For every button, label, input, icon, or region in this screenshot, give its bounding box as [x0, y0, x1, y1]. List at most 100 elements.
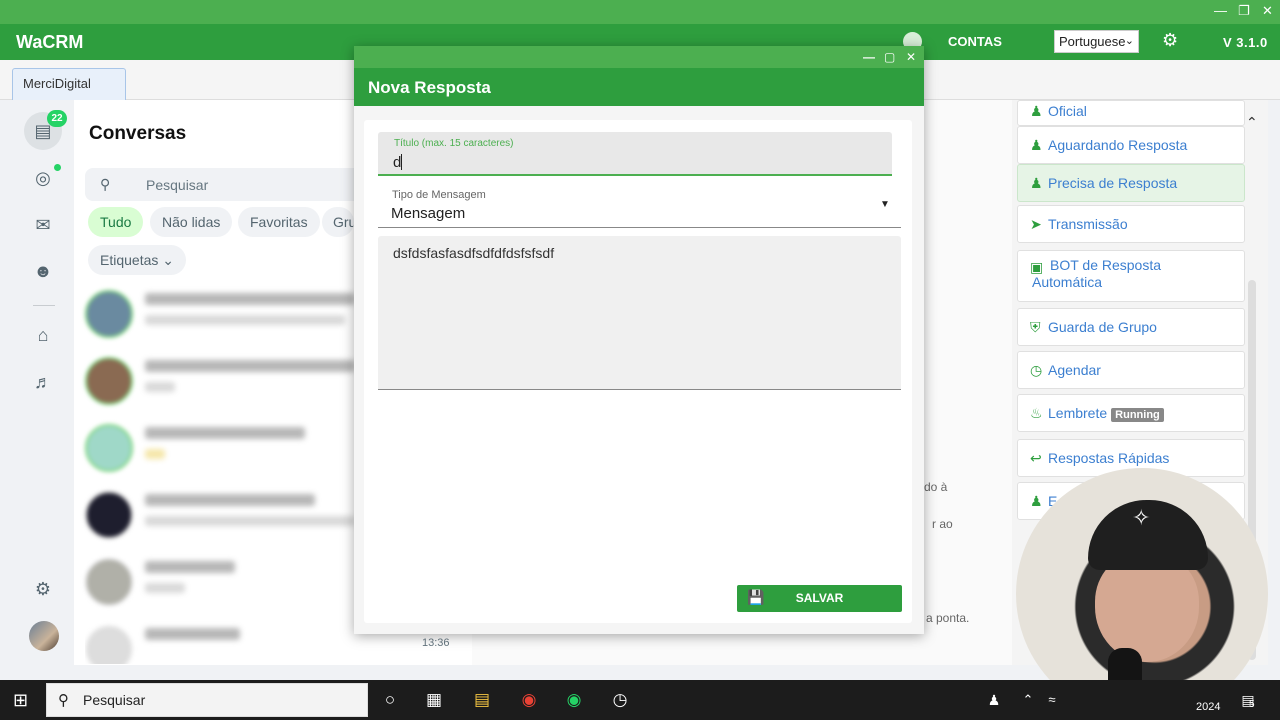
- sidebar-item-guarda[interactable]: ⛨ Guarda de Grupo: [1017, 308, 1245, 346]
- chrome-icon[interactable]: ◉: [517, 688, 541, 712]
- search-icon: ⚲: [58, 692, 69, 709]
- close-icon[interactable]: ✕: [1262, 4, 1273, 18]
- language-select[interactable]: Portuguese ⌄: [1054, 30, 1139, 53]
- contact-name: [145, 427, 305, 439]
- dropdown-arrow-icon[interactable]: ▼: [880, 199, 890, 210]
- maximize-icon[interactable]: ▢: [884, 50, 895, 64]
- avatar: [85, 491, 133, 539]
- notification-count: 5: [1249, 699, 1255, 710]
- window-title-bar: — ❐ ✕: [0, 0, 1280, 24]
- sidebar-item-agendar[interactable]: ◷ Agendar: [1017, 351, 1245, 389]
- chevron-down-icon: ⌄: [1124, 35, 1134, 47]
- floppy-disk-icon: 💾: [747, 589, 765, 605]
- users-icon: ♟: [1030, 137, 1043, 153]
- dialog-title: Nova Resposta: [368, 78, 491, 97]
- taskbar-date: 2024: [1196, 701, 1221, 713]
- sidebar-item-label: Precisa de Resposta: [1048, 175, 1178, 191]
- sidebar-item-aguardando[interactable]: ♟ Aguardando Resposta: [1017, 126, 1245, 164]
- labels-filter[interactable]: Etiquetas ⌄: [88, 245, 186, 275]
- close-icon[interactable]: ✕: [906, 50, 916, 64]
- scroll-up-icon[interactable]: ⌃: [1246, 114, 1258, 131]
- send-icon: ➤: [1030, 216, 1042, 232]
- robot-icon: ▣: [1030, 259, 1044, 275]
- background-text: a ponta.: [926, 611, 970, 625]
- communities-icon[interactable]: ☻: [24, 252, 62, 290]
- store-icon[interactable]: ⌂: [24, 316, 62, 354]
- contact-name: [145, 561, 235, 573]
- bell-icon: ♨: [1030, 405, 1043, 421]
- people-icon[interactable]: ♟: [982, 688, 1006, 712]
- sidebar-item-label: Guarda de Grupo: [1048, 319, 1157, 335]
- message-time: 13:36: [422, 637, 450, 649]
- avatar[interactable]: [29, 621, 59, 651]
- windows-start-icon[interactable]: ⊞: [13, 690, 28, 711]
- chevron-up-icon[interactable]: ⌃: [1016, 688, 1040, 712]
- sidebar-item-bot[interactable]: ▣ BOT de Resposta Automática: [1017, 250, 1245, 302]
- contas-button[interactable]: CONTAS: [948, 34, 1002, 49]
- sidebar-item-label: BOT de Resposta Automática: [1032, 257, 1162, 290]
- users-icon: ♟: [1030, 103, 1043, 119]
- minimize-icon[interactable]: —: [1214, 4, 1227, 18]
- task-view-icon[interactable]: ▦: [422, 688, 446, 712]
- status-dot: [54, 164, 61, 171]
- taskbar-search-label: Pesquisar: [83, 692, 146, 708]
- message-text: dsfdsfasfasdfsdfdfdsfsfsdf: [393, 245, 555, 261]
- reply-icon: ↩: [1030, 450, 1042, 466]
- filter-tudo[interactable]: Tudo: [88, 207, 144, 237]
- avatar: [85, 558, 133, 606]
- restore-icon[interactable]: ❐: [1238, 4, 1250, 18]
- background-text: do à: [924, 480, 948, 494]
- contact-name: [145, 628, 240, 640]
- minimize-icon[interactable]: —: [863, 50, 875, 64]
- language-value: Portuguese: [1059, 34, 1126, 49]
- shield-icon: ⛨: [1030, 319, 1041, 335]
- page-title: Conversas: [89, 123, 187, 144]
- sidebar-item-label: Oficial: [1048, 103, 1087, 119]
- filter-grupos[interactable]: Gru: [322, 207, 354, 237]
- sidebar-item-transmissao[interactable]: ➤ Transmissão: [1017, 205, 1245, 243]
- sidebar-item-label: Transmissão: [1048, 216, 1128, 232]
- sidebar-item-lembrete[interactable]: ♨ Lembrete Running: [1017, 394, 1245, 432]
- clock-icon: ◷: [1030, 362, 1043, 378]
- message-type-value: Mensagem: [391, 205, 466, 222]
- sidebar-item-precisa[interactable]: ♟ Precisa de Resposta: [1017, 164, 1245, 202]
- speed-gauge-icon[interactable]: ◷: [608, 688, 632, 712]
- rail-divider: [33, 305, 55, 306]
- filter-nao-lidas[interactable]: Não lidas: [150, 207, 233, 237]
- unread-badge: 22: [47, 110, 67, 127]
- sidebar-item-label: Aguardando Resposta: [1048, 137, 1188, 153]
- status-badge: Running: [1111, 408, 1164, 422]
- chevron-down-icon: ⌄: [162, 252, 174, 268]
- avatar: [85, 625, 133, 664]
- title-field-label: Título (max. 15 caracteres): [394, 138, 514, 149]
- avatar: [85, 357, 133, 405]
- sidebar-item-oficial[interactable]: ♟ Oficial: [1017, 100, 1245, 126]
- contact-name: [145, 360, 355, 372]
- wifi-icon[interactable]: ≈: [1040, 688, 1064, 712]
- message-preview: [145, 449, 165, 459]
- settings-rail-icon[interactable]: ⚙: [24, 570, 62, 608]
- contact-name: [145, 494, 315, 506]
- app-name: WaCRM: [16, 32, 84, 52]
- megaphone-icon[interactable]: ♬: [24, 363, 62, 401]
- message-preview: [145, 516, 355, 526]
- sidebar-item-label: Agendar: [1048, 362, 1101, 378]
- labels-filter-label: Etiquetas: [100, 252, 159, 268]
- wacrm-taskbar-icon[interactable]: ◉: [562, 688, 586, 712]
- file-explorer-icon[interactable]: ▤: [470, 688, 494, 712]
- version-label: V 3.1.0: [1223, 35, 1268, 50]
- search-input[interactable]: [85, 168, 385, 201]
- avatar: [85, 424, 133, 472]
- filter-favoritas[interactable]: Favoritas: [238, 207, 320, 237]
- channels-icon[interactable]: ✉: [24, 206, 62, 244]
- task-view-circle-icon[interactable]: ○: [378, 688, 402, 712]
- sidebar-item-label: Respostas Rápidas: [1048, 450, 1170, 466]
- settings-icon[interactable]: ⚙: [1162, 31, 1180, 49]
- avatar: [85, 290, 133, 338]
- account-tab[interactable]: MerciDigital: [12, 68, 126, 100]
- text-caret: [401, 154, 402, 170]
- search-icon: ⚲: [100, 176, 111, 192]
- cap-logo-icon: ✧: [1132, 505, 1151, 530]
- sidebar-item-label: Lembrete: [1048, 405, 1108, 421]
- notification-icon[interactable]: ▤: [1236, 688, 1260, 712]
